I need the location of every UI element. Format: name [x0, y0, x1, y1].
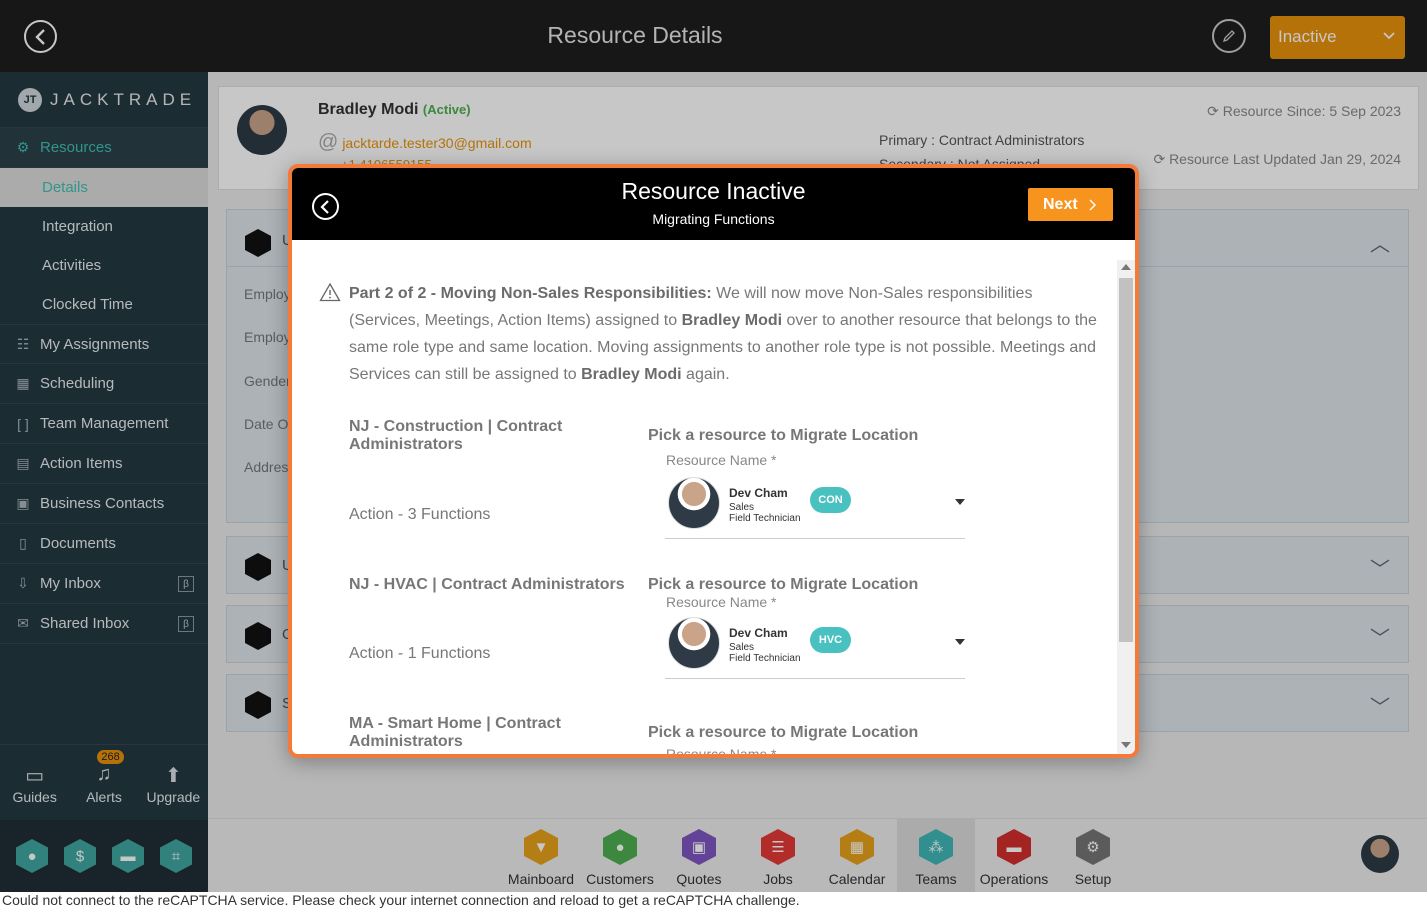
migration-notice: Part 2 of 2 - Moving Non-Sales Responsib… — [349, 280, 1104, 388]
location-title: MA - Smart Home | Contract Administrator… — [349, 715, 561, 750]
scroll-thumb[interactable] — [1119, 278, 1133, 642]
location-title: NJ - Construction | Contract Administrat… — [349, 418, 563, 453]
caret-down-icon[interactable] — [955, 639, 965, 645]
modal-body: Part 2 of 2 - Moving Non-Sales Responsib… — [292, 240, 1135, 754]
resource-name-label: Resource Name * — [666, 594, 777, 610]
resource-name-label: Resource Name * — [666, 746, 777, 754]
location-tag-badge: HVC — [810, 627, 851, 653]
resource-select[interactable]: Dev Cham Sales Field Technician HVC — [665, 613, 965, 679]
resource-role: Field Technician — [729, 513, 801, 524]
modal-scrollbar[interactable] — [1117, 260, 1135, 754]
next-button[interactable]: Next — [1028, 188, 1113, 221]
location-title: NJ - HVAC | Contract Administrators — [349, 576, 625, 593]
notice-resource-name: Bradley Modi — [581, 366, 682, 383]
warning-icon — [319, 282, 341, 302]
resource-select[interactable]: Dev Cham Sales Field Technician CON — [665, 473, 965, 539]
pick-resource-label: Pick a resource to Migrate Location — [648, 724, 919, 741]
next-label: Next — [1043, 196, 1078, 213]
resource-avatar — [668, 617, 720, 669]
resource-name: Dev Cham — [729, 626, 788, 640]
resource-role: Sales — [729, 502, 755, 513]
location-action-count: Action - 1 Functions — [349, 645, 491, 662]
resource-name: Dev Cham — [729, 486, 788, 500]
chevron-right-icon — [1089, 199, 1097, 211]
resource-inactive-modal: Resource Inactive Migrating Functions Ne… — [288, 164, 1139, 758]
scroll-up-icon[interactable] — [1121, 264, 1131, 270]
pick-resource-label: Pick a resource to Migrate Location — [648, 427, 919, 444]
scroll-down-icon[interactable] — [1121, 742, 1131, 748]
recaptcha-error: Could not connect to the reCAPTCHA servi… — [0, 892, 1427, 922]
notice-heading: Part 2 of 2 - Moving Non-Sales Responsib… — [349, 285, 712, 302]
caret-down-icon[interactable] — [955, 499, 965, 505]
resource-role: Sales — [729, 642, 755, 653]
resource-role: Field Technician — [729, 653, 801, 664]
notice-resource-name: Bradley Modi — [681, 312, 783, 329]
modal-subtitle: Migrating Functions — [652, 211, 775, 227]
modal-title: Resource Inactive — [621, 178, 806, 204]
location-tag-badge: CON — [810, 487, 851, 513]
resource-avatar — [668, 477, 720, 529]
pick-resource-label: Pick a resource to Migrate Location — [648, 576, 919, 593]
resource-name-label: Resource Name * — [666, 452, 777, 468]
notice-text: again. — [681, 366, 730, 383]
location-action-count: Action - 3 Functions — [349, 506, 491, 523]
modal-header: Resource Inactive Migrating Functions Ne… — [292, 168, 1135, 240]
